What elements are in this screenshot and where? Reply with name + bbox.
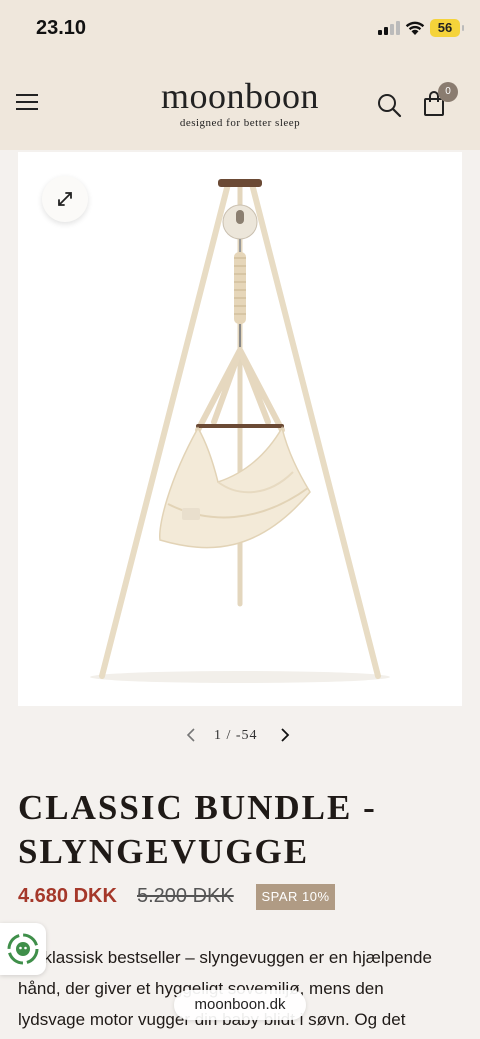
discount-badge: SPAR 10% [256,884,335,910]
old-price: 5.200 DKK [137,885,234,907]
cart-count-badge: 0 [438,82,458,102]
browser-url-bar[interactable]: moonboon.dk [174,990,306,1020]
product-title-line1: CLASSIC BUNDLE - [18,788,377,827]
chevron-left-icon[interactable] [186,728,196,742]
wifi-icon [405,21,425,35]
signal-icon [378,21,400,35]
product-title-line2: SLYNGEVUGGE [18,832,310,871]
price-row: 4.680 DKK 5.200 DKK SPAR 10% [18,882,458,912]
chat-widget-icon [7,933,39,965]
expand-icon [58,192,72,206]
gallery-pager: 1 / -54 [180,724,300,748]
chat-widget-button[interactable] [0,923,46,975]
product-image[interactable] [18,152,462,706]
hamburger-menu-icon [16,94,38,96]
pager-total: -54 [235,728,258,743]
chevron-right-icon[interactable] [280,728,290,742]
cradle-illustration [90,179,390,683]
expand-image-button[interactable] [42,176,88,222]
site-header: moonboon designed for better sleep 0 [0,58,480,150]
product-description: En klassisk bestseller – slyngevuggen er… [18,942,458,1035]
pager-separator: / [226,728,232,743]
search-button[interactable] [376,92,402,118]
pager-text: 1 / -54 [214,728,258,744]
status-bar: 23.10 56 [0,0,480,58]
logo[interactable]: moonboon designed for better sleep [140,76,340,129]
search-icon [378,94,402,118]
product-title: CLASSIC BUNDLE - SLYNGEVUGGE [18,786,458,874]
status-time: 23.10 [36,17,87,39]
current-price: 4.680 DKK [18,885,117,907]
logo-name: moonboon [160,76,319,116]
description-line: En klassisk bestseller – slyngevuggen er… [18,948,432,967]
menu-button[interactable] [16,94,40,112]
pager-current: 1 [214,728,222,743]
battery-indicator: 56 [430,19,464,37]
logo-tagline: designed for better sleep [179,117,301,129]
